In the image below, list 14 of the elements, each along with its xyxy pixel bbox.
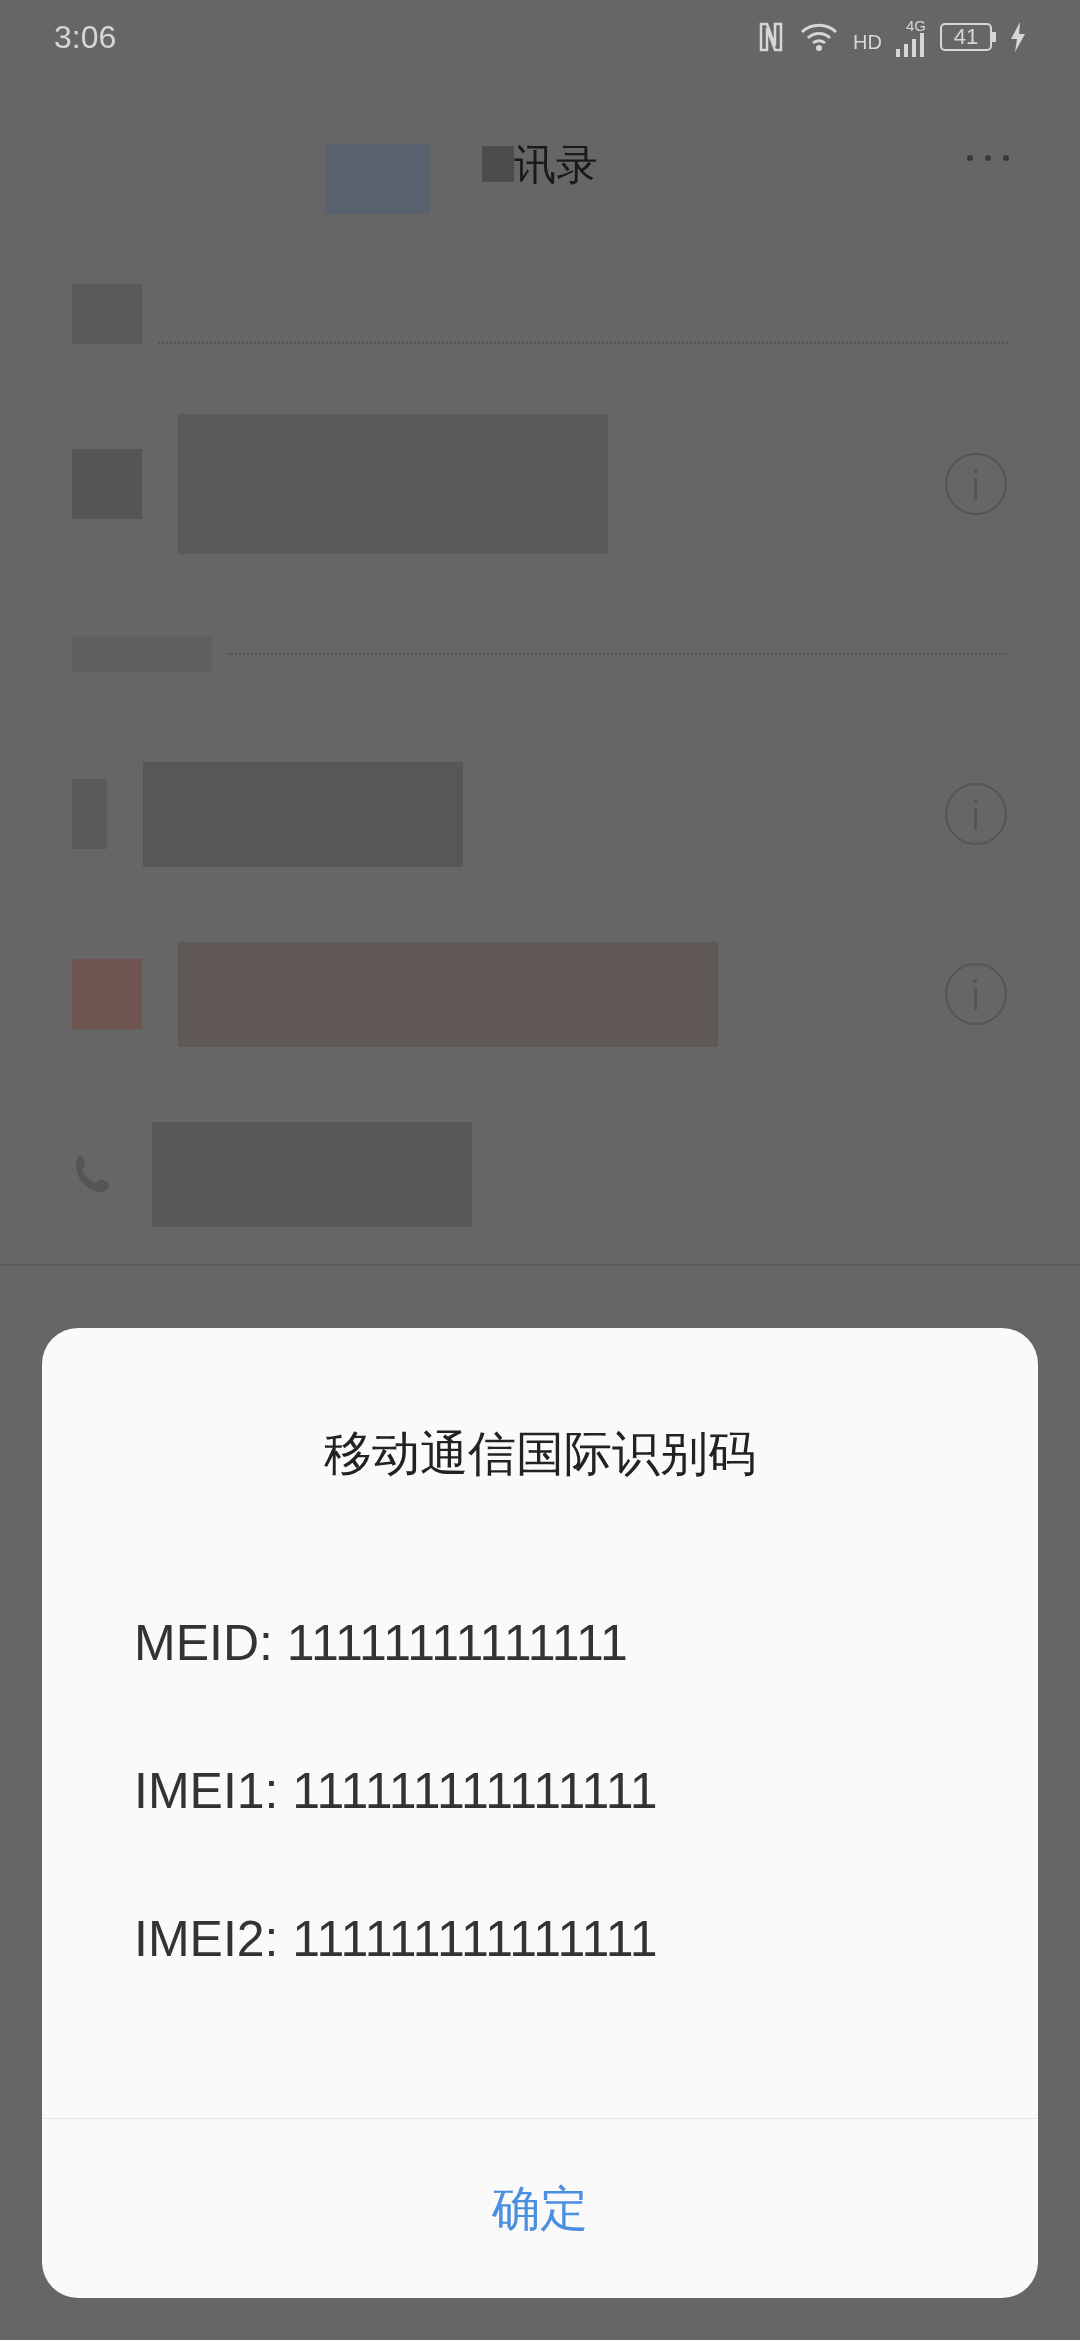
- clock-time: 3:06: [54, 18, 117, 57]
- confirm-button[interactable]: 确定: [468, 2164, 612, 2253]
- dialog-title: 移动通信国际识别码: [323, 1426, 757, 1482]
- identifier-text: IMEI2: 111111111111111: [134, 1914, 659, 1964]
- hd-label: HD: [853, 29, 882, 55]
- more-icon[interactable]: [966, 154, 1010, 162]
- redacted-block: [482, 146, 514, 182]
- charging-icon: [1010, 22, 1026, 52]
- identifier-text: MEID: 11111111111111: [134, 1618, 629, 1668]
- page-title: 讯录: [514, 139, 598, 190]
- identifier-text: IMEI1: 111111111111111: [134, 1766, 659, 1816]
- wifi-icon: [799, 22, 840, 52]
- signal-icon: [896, 32, 926, 57]
- network-label: 4G: [906, 17, 926, 33]
